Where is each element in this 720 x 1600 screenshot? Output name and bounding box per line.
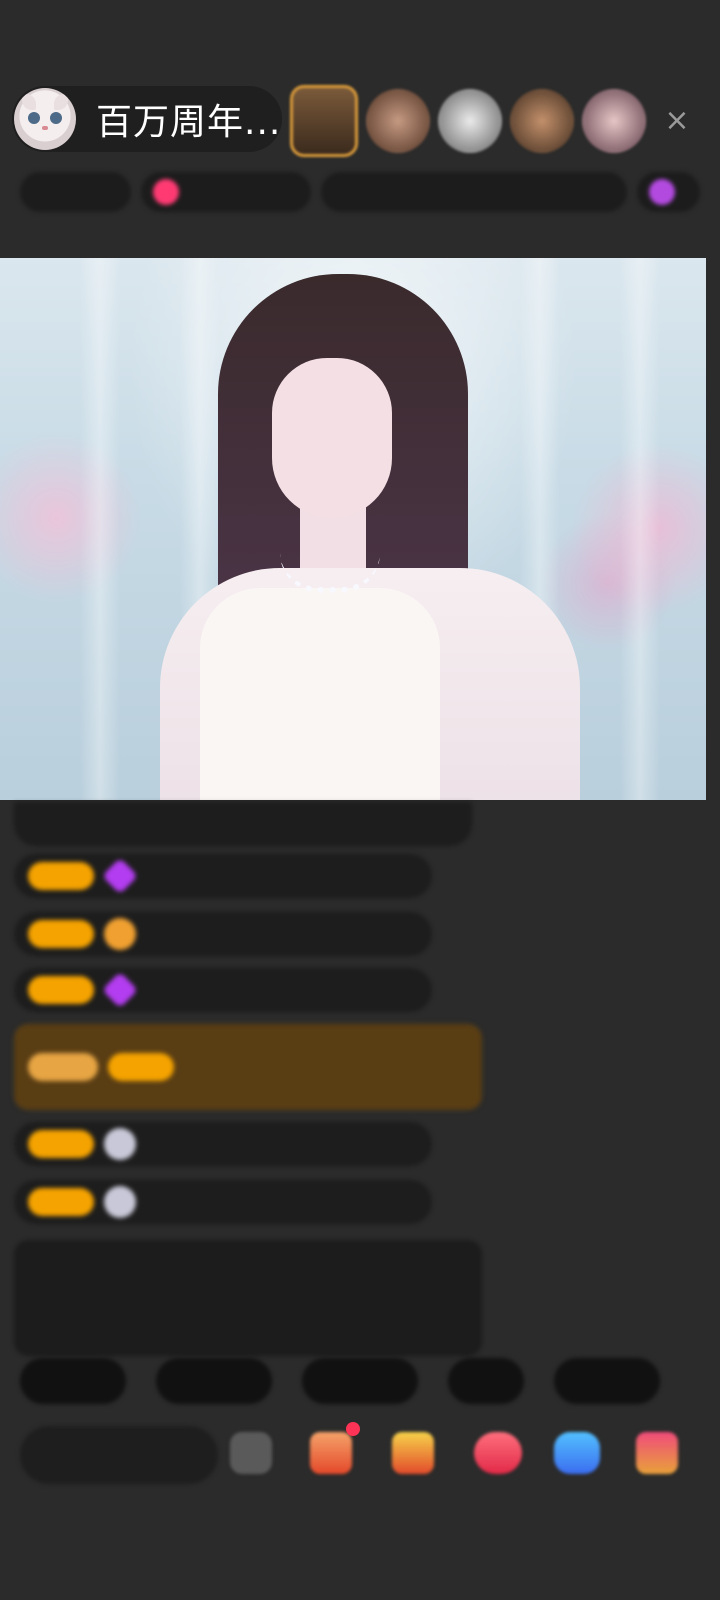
- viewer-avatar[interactable]: [510, 89, 574, 153]
- chat-message-highlight: [14, 1024, 482, 1110]
- activity-icon: [649, 179, 676, 205]
- chat-message: [14, 1122, 432, 1166]
- like-icon[interactable]: [474, 1432, 522, 1474]
- bottom-toolbar: [20, 1422, 700, 1486]
- user-icon: [104, 1186, 136, 1218]
- quick-reply-chip[interactable]: [448, 1358, 524, 1404]
- quick-reply-chip[interactable]: [20, 1358, 126, 1404]
- noble-badge: [28, 1053, 98, 1081]
- system-notice: [14, 1240, 482, 1356]
- quick-reply-chip[interactable]: [156, 1358, 272, 1404]
- popularity-chip[interactable]: [141, 172, 312, 212]
- live-video-frame[interactable]: [0, 258, 706, 800]
- flame-icon: [104, 918, 136, 950]
- chat-message: [14, 802, 472, 846]
- streamer-avatar[interactable]: [14, 88, 76, 150]
- game-icon[interactable]: [554, 1432, 600, 1474]
- viewer-avatar[interactable]: [366, 89, 430, 153]
- fan-level-badge: [28, 862, 94, 890]
- chat-message: [14, 912, 432, 956]
- quick-reply-chip[interactable]: [554, 1358, 660, 1404]
- top-viewers-row: [290, 85, 646, 157]
- fan-level-badge: [28, 920, 94, 948]
- chat-message: [14, 1180, 432, 1224]
- user-icon: [104, 1128, 136, 1160]
- more-icon[interactable]: [636, 1432, 678, 1474]
- hot-icon: [153, 179, 180, 205]
- notification-dot: [346, 1422, 360, 1436]
- chat-message: [14, 854, 432, 898]
- fan-level-badge: [28, 976, 94, 1004]
- streamer-figure: [160, 268, 600, 800]
- gift-icon[interactable]: [392, 1432, 434, 1474]
- fan-level-badge: [108, 1053, 174, 1081]
- emoji-icon[interactable]: [230, 1432, 272, 1474]
- viewer-avatar[interactable]: [438, 89, 502, 153]
- quick-reply-chips: [20, 1358, 660, 1404]
- rank-chip[interactable]: [20, 172, 132, 212]
- viewer-avatar[interactable]: [582, 89, 646, 153]
- stream-info-row: [20, 168, 700, 216]
- streamer-name: 百万周年...: [96, 102, 282, 143]
- fan-club-icon[interactable]: [310, 1432, 352, 1474]
- streamer-info-pill[interactable]: 百万周年...: [12, 86, 282, 152]
- fan-level-badge: [28, 1130, 94, 1158]
- fan-level-badge: [28, 1188, 94, 1216]
- chat-input[interactable]: [20, 1426, 218, 1484]
- diamond-icon: [101, 857, 139, 895]
- chat-message: [14, 968, 432, 1012]
- quick-reply-chip[interactable]: [302, 1358, 418, 1404]
- event-chip[interactable]: [321, 172, 628, 212]
- viewer-avatar[interactable]: [290, 85, 358, 157]
- more-chip[interactable]: [637, 172, 700, 212]
- close-icon[interactable]: ×: [660, 104, 694, 138]
- diamond-icon: [101, 971, 139, 1009]
